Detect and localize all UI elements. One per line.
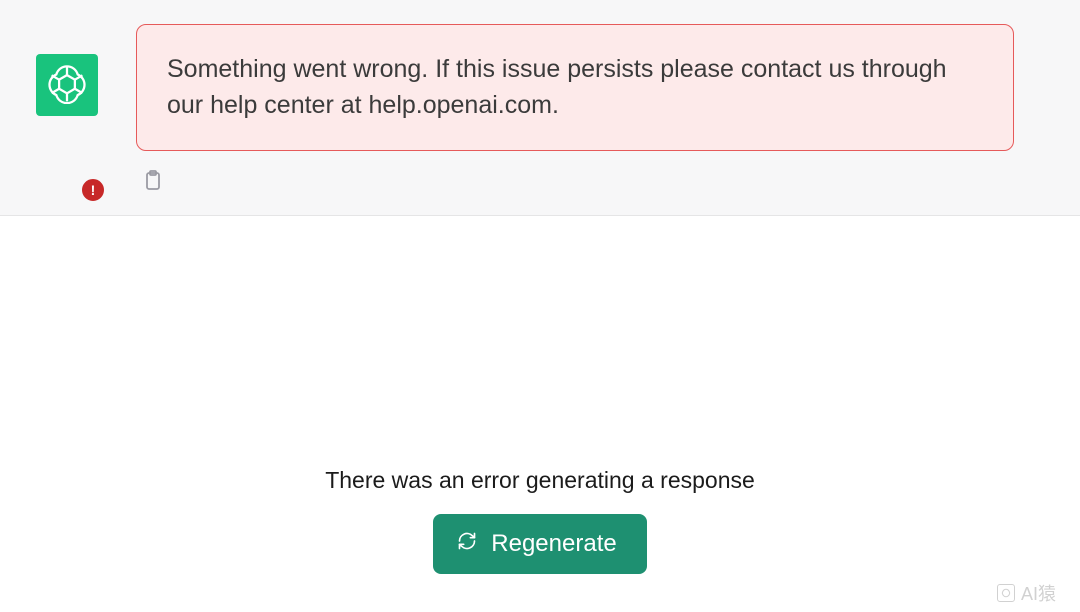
- error-badge-icon: !: [80, 177, 106, 203]
- regenerate-label: Regenerate: [491, 530, 616, 558]
- avatar-wrap: !: [36, 54, 98, 195]
- clipboard-icon: [141, 168, 165, 195]
- watermark-icon: [997, 584, 1015, 602]
- error-message-text: Something went wrong. If this issue pers…: [167, 55, 947, 119]
- error-generating-text: There was an error generating a response: [325, 467, 755, 494]
- watermark: AI猿: [997, 580, 1056, 606]
- exclaim-icon: !: [91, 182, 96, 198]
- error-message-box: Something went wrong. If this issue pers…: [136, 24, 1014, 151]
- refresh-icon: [457, 530, 477, 558]
- bottom-area: There was an error generating a response…: [0, 467, 1080, 574]
- assistant-message-row: ! Something went wrong. If this issue pe…: [0, 0, 1080, 216]
- message-body: Something went wrong. If this issue pers…: [136, 24, 1044, 195]
- watermark-text: AI猿: [1021, 580, 1056, 606]
- copy-button[interactable]: [140, 169, 166, 195]
- regenerate-button[interactable]: Regenerate: [433, 514, 646, 574]
- message-actions: [136, 169, 1014, 195]
- assistant-avatar: [36, 54, 98, 116]
- openai-logo-icon: [46, 62, 88, 109]
